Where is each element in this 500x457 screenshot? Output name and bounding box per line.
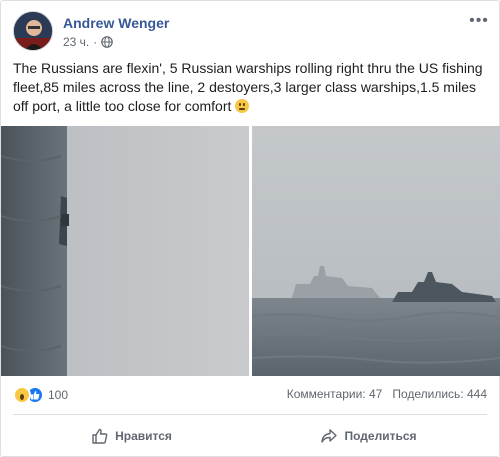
engagement-stats: Комментарии: 47 Поделились: 444 (287, 387, 487, 401)
author-name[interactable]: Andrew Wenger (63, 15, 169, 31)
post-actions: Нравится Поделиться (13, 418, 487, 454)
post-meta: 23 ч. · (63, 35, 114, 49)
reaction-count: 100 (48, 388, 69, 402)
photo-grid (1, 126, 500, 376)
actions-divider (13, 414, 487, 415)
grimace-emoji-icon (235, 99, 250, 113)
reactions-summary[interactable]: 100 (13, 385, 68, 405)
post-header: Andrew Wenger 23 ч. · ••• (13, 11, 489, 55)
avatar[interactable] (13, 11, 53, 51)
wow-reaction-icon (13, 386, 31, 404)
post-text: The Russians are flexin', 5 Russian wars… (13, 59, 491, 116)
thumbs-up-icon (92, 428, 108, 444)
shares-count-link[interactable]: Поделились: 444 (392, 387, 487, 401)
share-button-label: Поделиться (344, 429, 417, 443)
share-button[interactable]: Поделиться (250, 418, 487, 454)
photo-warship-closeup[interactable] (1, 126, 249, 376)
globe-icon (101, 36, 114, 48)
like-button[interactable]: Нравится (13, 418, 250, 454)
share-arrow-icon (321, 429, 338, 443)
photo-warships-distance[interactable] (252, 126, 500, 376)
post-timestamp[interactable]: 23 ч. (63, 35, 89, 49)
comments-count-link[interactable]: Комментарии: 47 (287, 387, 383, 401)
more-options-icon[interactable]: ••• (469, 11, 489, 31)
meta-separator: · (93, 35, 98, 49)
like-button-label: Нравится (115, 429, 172, 443)
facebook-post: Andrew Wenger 23 ч. · ••• The Russians a… (0, 0, 500, 457)
